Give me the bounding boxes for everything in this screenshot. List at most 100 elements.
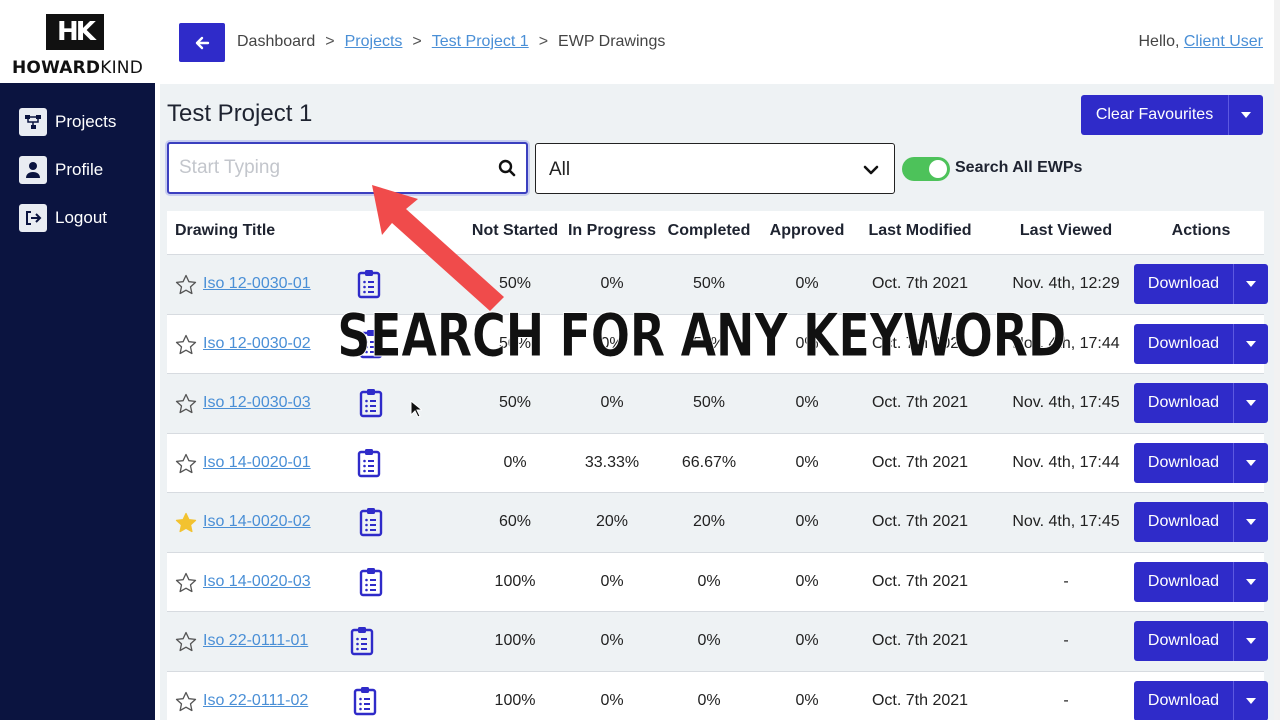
star-outline-icon[interactable] — [175, 393, 197, 415]
cell-last-modified: Oct. 7th 2021 — [871, 572, 969, 590]
clipboard-list-icon[interactable] — [350, 626, 374, 656]
cell-last-viewed: - — [1063, 572, 1069, 590]
header-approved[interactable]: Approved — [770, 222, 845, 240]
breadcrumb-separator: > — [538, 33, 549, 50]
clipboard-list-icon[interactable] — [359, 507, 383, 537]
download-button[interactable]: Download — [1134, 562, 1233, 602]
table-row: Iso 22-0111-02 100% 0% 0% 0% Oct. 7th 2021 - Do… — [167, 671, 1268, 720]
caret-down-icon[interactable] — [1228, 95, 1263, 135]
drawing-title-link[interactable]: Iso 14-0020-03 — [203, 573, 311, 591]
download-button-group: Download — [1134, 502, 1268, 542]
drawing-title-link[interactable]: Iso 14-0020-01 — [203, 454, 311, 472]
clipboard-list-icon[interactable] — [357, 269, 381, 299]
clipboard-list-icon[interactable] — [359, 388, 383, 418]
breadcrumb-test-project[interactable]: Test Project 1 — [432, 33, 529, 51]
drawing-title-link[interactable]: Iso 14-0020-02 — [203, 513, 311, 531]
header-actions: Actions — [1171, 222, 1231, 239]
caret-down-icon[interactable] — [1233, 621, 1268, 661]
search-icon[interactable] — [498, 159, 516, 177]
clipboard-list-icon[interactable] — [359, 329, 383, 359]
star-outline-icon[interactable] — [175, 453, 197, 475]
download-button[interactable]: Download — [1134, 502, 1233, 542]
header-in-progress[interactable]: In Progress — [568, 222, 656, 240]
cell-last-modified: Oct. 7th 2021 — [871, 453, 969, 471]
star-outline-icon[interactable] — [175, 631, 197, 653]
breadcrumb-projects[interactable]: Projects — [345, 33, 403, 51]
caret-down-icon[interactable] — [1233, 502, 1268, 542]
sidebar-item-profile[interactable]: Profile — [19, 155, 103, 185]
download-button[interactable]: Download — [1134, 681, 1233, 720]
table-row: Iso 12-0030-03 50% 0% 50% 0% Oct. 7th 2021 Nov… — [167, 374, 1268, 434]
caret-down-icon[interactable] — [1233, 442, 1268, 483]
cell-in-progress: 0% — [600, 572, 624, 590]
star-outline-icon[interactable] — [175, 691, 197, 713]
clear-favourites-button[interactable]: Clear Favourites — [1081, 95, 1263, 135]
star-outline-icon[interactable] — [175, 572, 197, 594]
cell-completed: 0% — [697, 572, 721, 590]
caret-down-icon[interactable] — [1233, 323, 1268, 364]
user-link[interactable]: Client User — [1184, 33, 1263, 50]
cell-last-viewed: Nov. 4th, 12:29 — [1012, 275, 1120, 292]
download-button-group: Download — [1134, 383, 1268, 423]
download-button-group: Download — [1134, 680, 1268, 720]
header-not-started[interactable]: Not Started — [472, 222, 558, 240]
clipboard-list-icon[interactable] — [359, 567, 383, 597]
cell-approved: 0% — [795, 394, 819, 411]
sidebar-item-logout[interactable]: Logout — [19, 203, 107, 233]
drawing-title-link[interactable]: Iso 22-0111-02 — [203, 692, 308, 710]
star-outline-icon[interactable] — [175, 274, 197, 296]
cell-not-started: 50% — [498, 334, 532, 352]
header-drawing-title[interactable]: Drawing Title — [175, 222, 275, 240]
star-outline-icon[interactable] — [175, 334, 197, 356]
header-last-viewed[interactable]: Last Viewed — [1020, 222, 1112, 240]
download-button[interactable]: Download — [1134, 264, 1233, 304]
drawing-title-link[interactable]: Iso 12-0030-02 — [203, 335, 311, 353]
cell-not-started: 50% — [498, 394, 532, 411]
star-filled-icon[interactable] — [175, 512, 197, 534]
cell-last-viewed: Nov. 4th, 17:44 — [1012, 453, 1120, 471]
caret-down-icon[interactable] — [1233, 264, 1268, 304]
logo-mark: HK — [46, 14, 104, 50]
filter-select[interactable]: All — [535, 143, 895, 194]
cell-not-started: 60% — [498, 513, 532, 530]
logout-icon — [19, 204, 47, 232]
cell-completed: 50% — [692, 394, 726, 411]
brand-logo[interactable]: HK HOWARDKIND — [0, 0, 155, 83]
clipboard-list-icon[interactable] — [357, 448, 381, 478]
table-row: Iso 12-0030-02 50% 0% 50% 0% Oct. 7th 2021 Nov… — [167, 314, 1268, 374]
cell-last-viewed: - — [1063, 691, 1069, 709]
download-button[interactable]: Download — [1134, 443, 1233, 483]
back-button[interactable] — [179, 23, 225, 62]
caret-down-icon[interactable] — [1233, 383, 1268, 423]
arrow-left-icon — [195, 36, 210, 49]
caret-down-icon[interactable] — [1233, 561, 1268, 602]
drawing-title-link[interactable]: Iso 22-0111-01 — [203, 632, 308, 650]
cell-last-viewed: Nov. 4th, 17:44 — [1012, 334, 1120, 352]
cell-last-modified: Oct. 7th 2021 — [871, 513, 969, 530]
sidebar-item-label: Projects — [55, 112, 117, 131]
cell-in-progress: 20% — [595, 513, 629, 530]
search-input[interactable] — [179, 156, 479, 180]
cell-last-modified: Oct. 7th 2021 — [871, 275, 969, 292]
header-last-modified[interactable]: Last Modified — [868, 222, 971, 240]
download-button[interactable]: Download — [1134, 383, 1233, 423]
drawing-title-link[interactable]: Iso 12-0030-01 — [203, 275, 311, 293]
breadcrumb-separator: > — [325, 33, 335, 50]
download-button-group: Download — [1134, 442, 1268, 483]
header-completed[interactable]: Completed — [668, 222, 751, 240]
drawing-title-link[interactable]: Iso 12-0030-03 — [203, 394, 311, 412]
download-button[interactable]: Download — [1134, 621, 1233, 661]
download-button[interactable]: Download — [1134, 324, 1233, 364]
breadcrumb-separator: > — [412, 33, 422, 50]
breadcrumb-dashboard[interactable]: Dashboard — [237, 33, 315, 51]
scrollbar[interactable] — [1274, 0, 1280, 720]
cell-last-viewed: Nov. 4th, 17:45 — [1012, 394, 1120, 411]
search-box — [167, 142, 528, 194]
cell-completed: 50% — [692, 275, 726, 292]
caret-down-icon[interactable] — [1233, 680, 1268, 720]
search-all-toggle[interactable] — [902, 157, 950, 181]
cell-approved: 0% — [795, 513, 819, 530]
clipboard-list-icon[interactable] — [353, 686, 377, 716]
sidebar-item-projects[interactable]: Projects — [19, 107, 116, 137]
cell-last-modified: Oct. 7th 2021 — [871, 632, 969, 649]
